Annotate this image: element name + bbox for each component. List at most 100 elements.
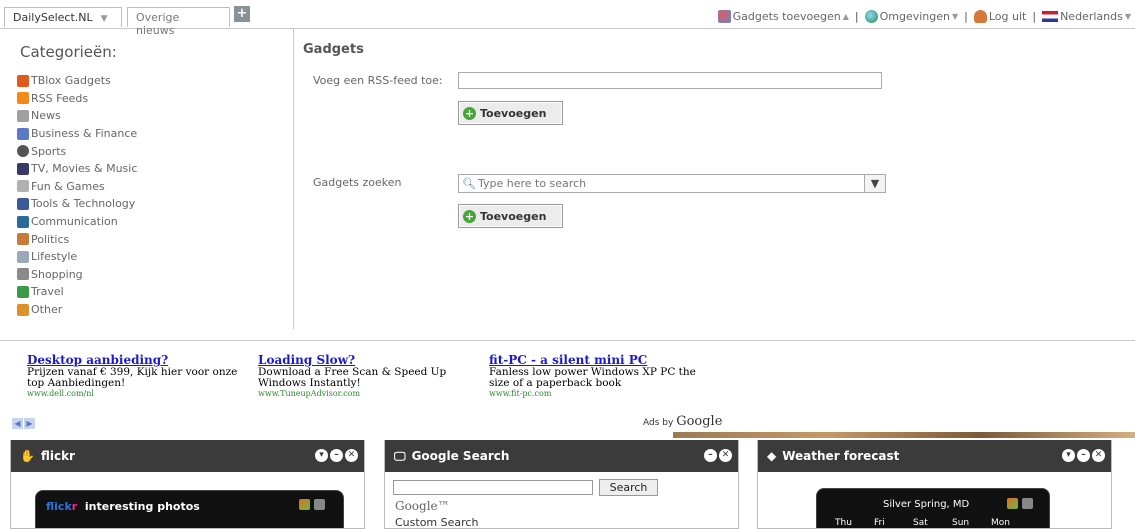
add-tab-button[interactable]: + [234,6,250,22]
category-item-sports[interactable]: Sports [17,142,137,160]
google-logo: Google™ [395,499,450,513]
category-item-rss[interactable]: RSS Feeds [17,90,137,108]
person-icon [17,233,29,246]
minimize-icon[interactable]: – [1077,449,1090,462]
chevron-down-icon[interactable]: ▼ [864,175,885,192]
ads-by-label: Ads by [643,418,674,428]
widget-header[interactable]: ◆ Weather forecast ▾ – ✕ [758,440,1111,472]
ad-item[interactable]: Desktop aanbieding? Prijzen vanaf € 399,… [27,354,242,399]
close-icon[interactable]: ✕ [345,449,358,462]
category-label: Communication [31,215,118,229]
language-label: Nederlands [1060,10,1123,23]
dropdown-icon[interactable] [314,499,325,510]
environments-label: Omgevingen [879,10,950,23]
chevron-down-icon: ▼ [1124,12,1131,21]
category-item-other[interactable]: Other [17,301,137,319]
lifestyle-icon [17,250,29,263]
map-icon [17,285,29,298]
category-item-shopping[interactable]: Shopping [17,266,137,284]
plus-icon: + [463,209,476,223]
close-icon[interactable]: ✕ [1092,449,1105,462]
category-item-communication[interactable]: Communication [17,213,137,231]
dutch-flag-icon [1042,11,1059,22]
weather-days: Thu Fri Sat Sun Mon [835,518,1030,528]
ad-url[interactable]: www.TuneupAdvisor.com [258,389,473,399]
weather-day: Sat [913,518,928,528]
tag-icon: ◆ [767,449,777,463]
weather-day: Thu [835,518,852,528]
category-list: TBlox Gadgets RSS Feeds News Business & … [17,72,137,318]
collapse-icon[interactable]: ▾ [315,449,328,462]
tab-label: DailySelect.NL [13,11,93,24]
add-button-label: Toevoegen [480,106,547,120]
tab-dailyselect[interactable]: DailySelect.NL ▼ [4,7,122,27]
chevron-down-icon[interactable]: ▼ [101,14,108,24]
rss-feed-label: Voeg een RSS-feed toe: [313,74,443,87]
arrow-right-icon[interactable]: ▶ [24,418,35,429]
settings-icon[interactable] [299,499,310,510]
category-item-tv[interactable]: TV, Movies & Music [17,160,137,178]
ad-description: Download a Free Scan & Speed Up Windows … [258,366,447,389]
minimize-icon[interactable]: – [704,449,717,462]
weather-panel-controls [1007,498,1033,509]
category-item-business[interactable]: Business & Finance [17,125,137,143]
category-label: Fun & Games [31,179,105,193]
environments-link[interactable]: Omgevingen ▼ [864,10,959,23]
category-item-politics[interactable]: Politics [17,230,137,248]
google-search-input[interactable] [393,480,593,495]
chart-icon [17,127,29,140]
category-label: Tools & Technology [31,197,136,211]
weather-day: Sun [952,518,970,528]
ad-item[interactable]: Loading Slow? Download a Free Scan & Spe… [258,354,473,399]
separator: | [964,10,968,23]
dropdown-icon[interactable] [1022,498,1033,509]
category-item-tblox[interactable]: TBlox Gadgets [17,72,137,90]
custom-search-label: Custom Search [395,516,479,529]
category-label: Sports [31,144,67,158]
ad-url[interactable]: www.dell.com/nl [27,389,242,399]
logout-link[interactable]: Log uit [973,10,1026,23]
rss-feed-input[interactable] [458,72,882,89]
close-icon[interactable]: ✕ [719,449,732,462]
gadgets-search-label: Gadgets zoeken [313,176,402,189]
arrow-left-icon[interactable]: ◀ [12,418,23,429]
top-bar: DailySelect.NL ▼ Overige nieuws + Gadgets… [0,0,1135,37]
tab-overige-nieuws[interactable]: Overige nieuws [127,7,230,37]
chevron-down-icon: ▼ [951,12,959,21]
flickr-panel-controls [299,499,325,510]
category-item-travel[interactable]: Travel [17,283,137,301]
add-gadget-button[interactable]: + Toevoegen [458,204,563,228]
tv-icon [17,162,29,175]
category-item-news[interactable]: News [17,107,137,125]
flickr-panel-title: flickr interesting photos [46,500,200,513]
add-rss-button[interactable]: + Toevoegen [458,101,563,125]
decorative-image-strip [673,432,1135,438]
gadgets-search-input[interactable]: 🔍︎ Type here to search ▼ [458,174,886,193]
ad-url[interactable]: www.fit-pc.com [489,389,704,399]
flickr-hand-icon: ✋ [20,449,35,463]
cart-icon [17,268,29,281]
gadgets-panel: Gadgets Voeg een RSS-feed toe: + Toevoeg… [294,29,1135,329]
category-sidebar: Categorieën: TBlox Gadgets RSS Feeds New… [0,29,294,329]
category-label: TBlox Gadgets [31,74,111,88]
flickr-logo-part: r [71,500,78,513]
ad-description: Prijzen vanaf € 399, Kijk hier voor onze… [27,366,238,389]
google-search-button[interactable]: Search [599,479,658,496]
collapse-icon[interactable]: ▾ [1062,449,1075,462]
category-item-lifestyle[interactable]: Lifestyle [17,248,137,266]
settings-icon[interactable] [1007,498,1018,509]
category-item-tools[interactable]: Tools & Technology [17,195,137,213]
ad-item[interactable]: fit-PC - a silent mini PC Fanless low po… [489,354,704,399]
category-item-fun[interactable]: Fun & Games [17,178,137,196]
language-select[interactable]: Nederlands ▼ [1042,10,1131,23]
minimize-icon[interactable]: – [330,449,343,462]
widget-header[interactable]: 🖵 Google Search – ✕ [385,440,738,472]
category-label: Shopping [31,267,83,281]
gadgets-add-link[interactable]: Gadgets toevoegen ▲ [717,10,849,23]
widget-header[interactable]: ✋ flickr ▾ – ✕ [11,440,364,472]
top-links: Gadgets toevoegen ▲ | Omgevingen ▼ | Log… [717,10,1131,23]
category-label: TV, Movies & Music [31,162,138,176]
category-label: RSS Feeds [31,91,89,105]
ads-by-google[interactable]: Ads by Google [643,414,722,429]
google-logo: Google [676,414,723,429]
